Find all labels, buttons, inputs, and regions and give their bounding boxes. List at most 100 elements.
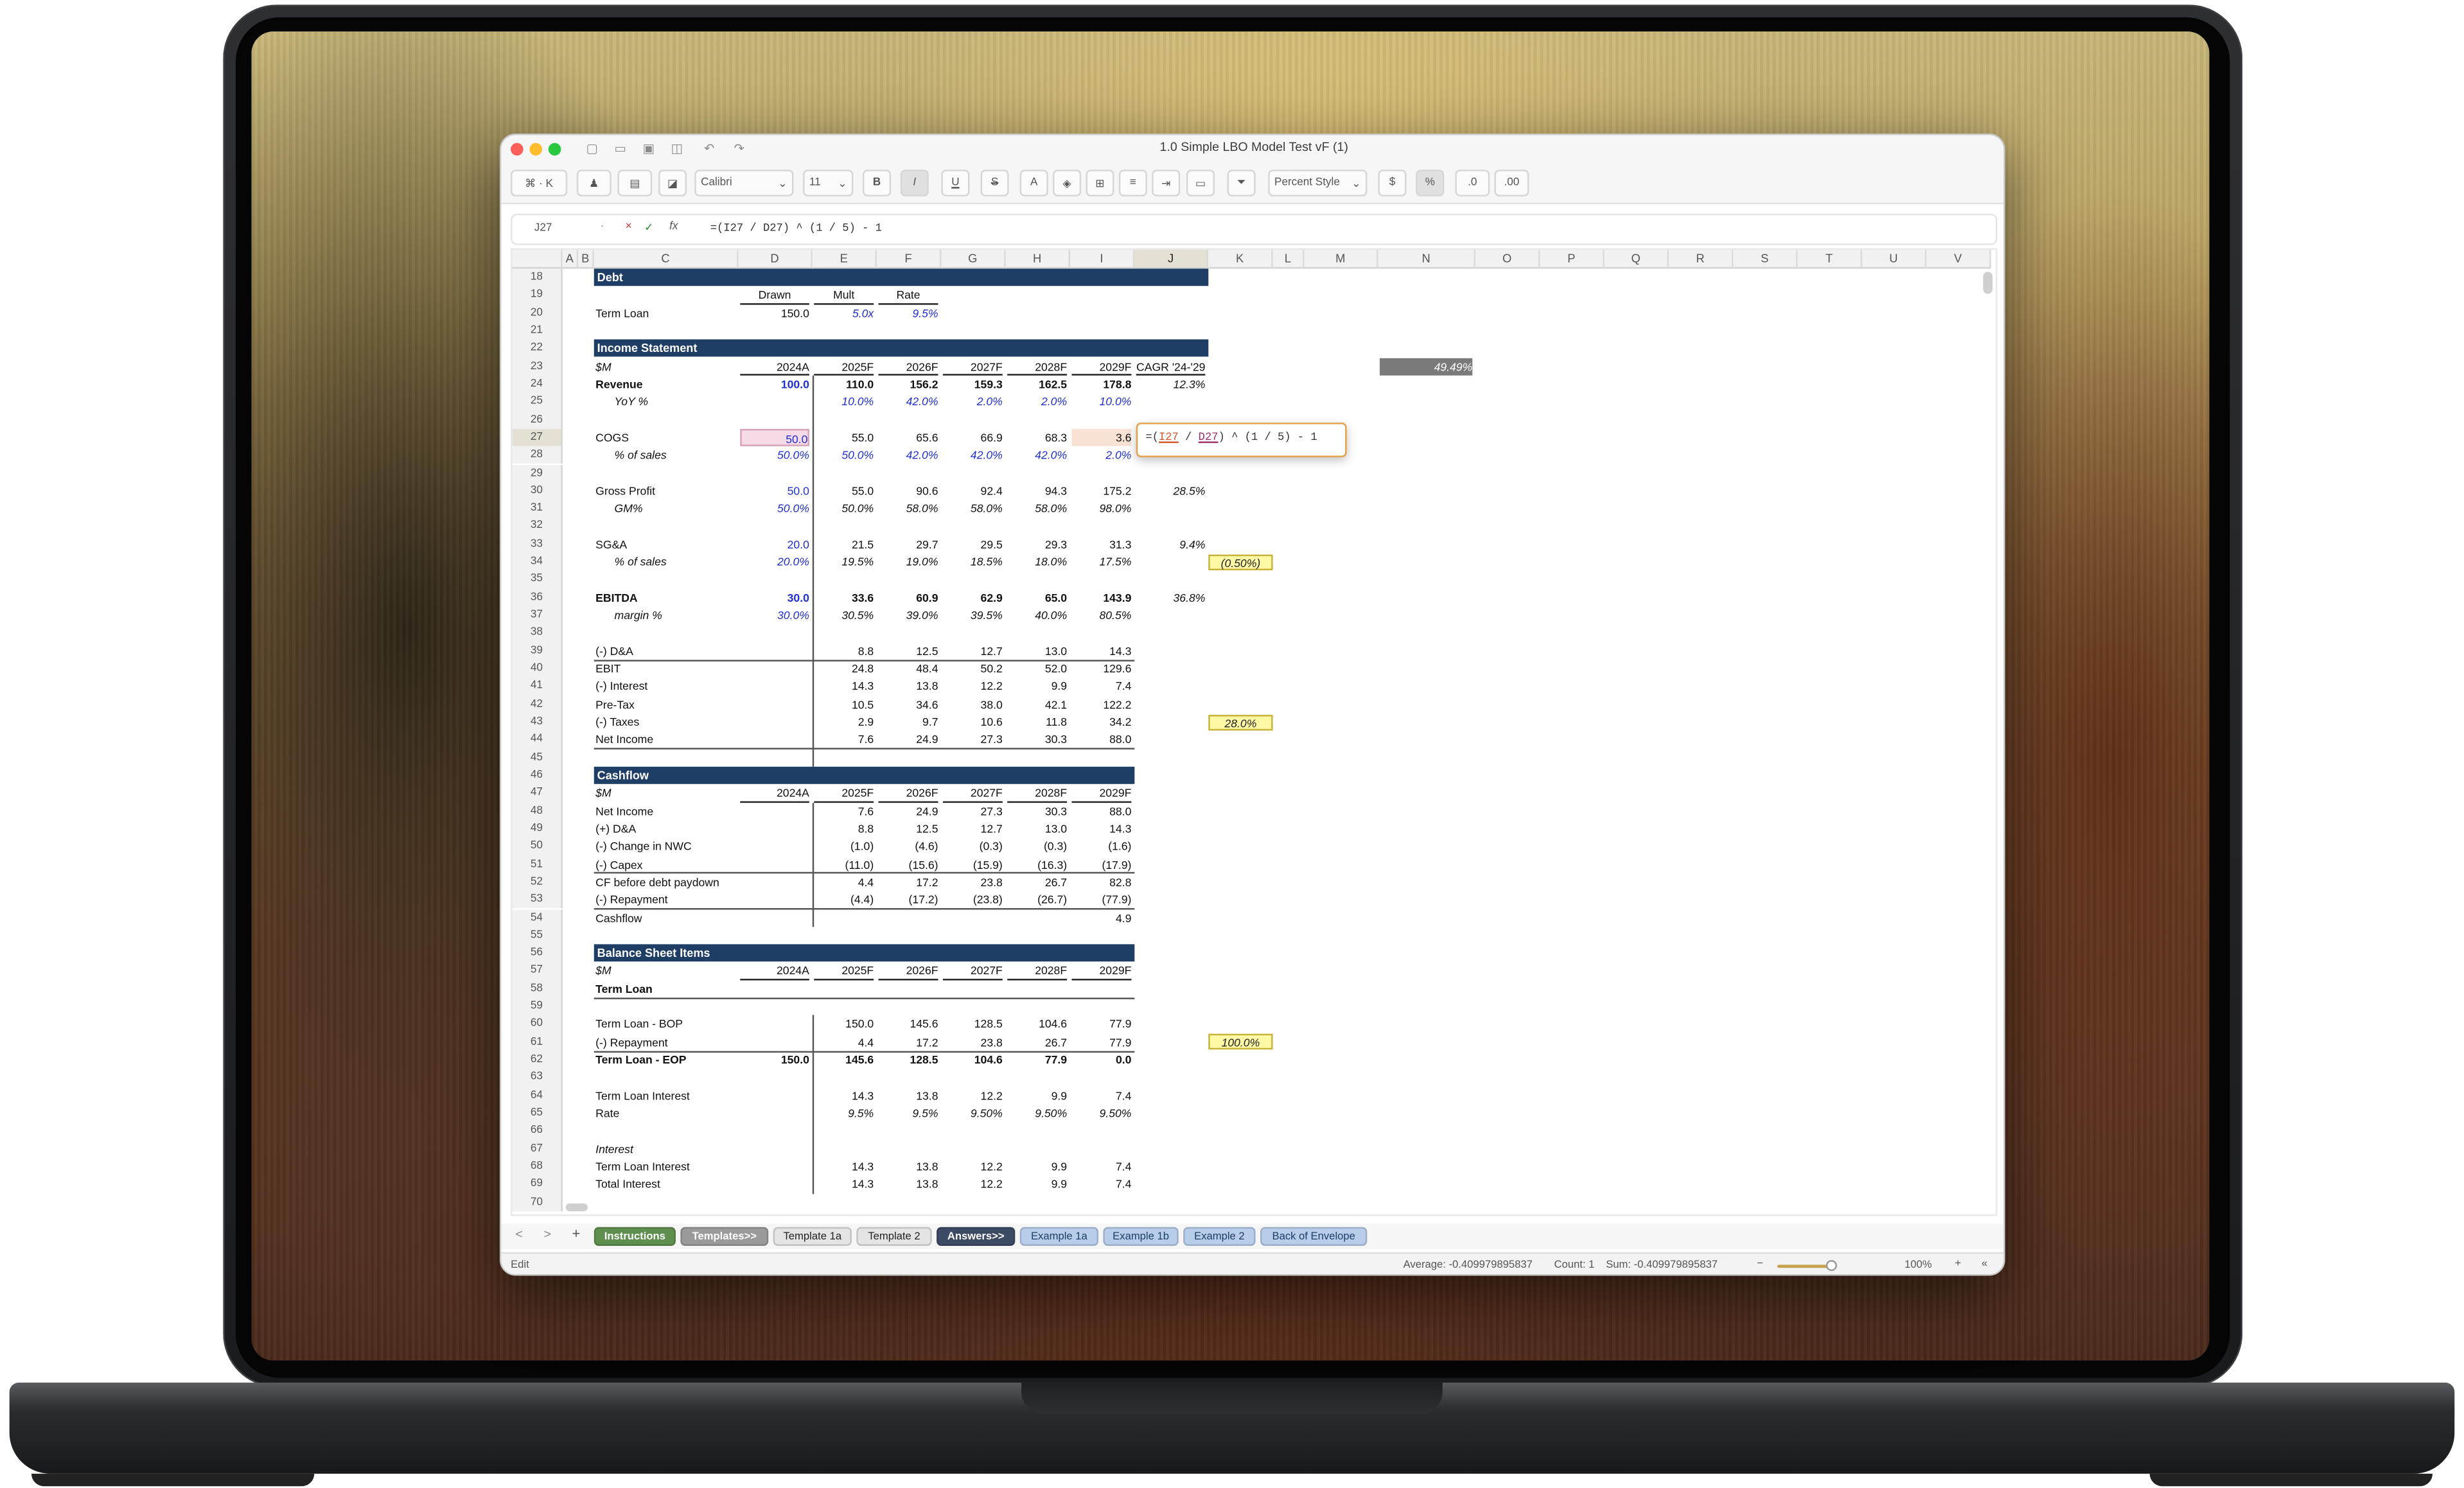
row-header-65[interactable]: 65 [512,1104,563,1123]
row-header-38[interactable]: 38 [512,624,563,642]
column-header-u[interactable]: U [1861,249,1927,269]
row-header-54[interactable]: 54 [512,909,563,927]
row-header-60[interactable]: 60 [512,1015,563,1034]
assumption-input[interactable]: 100.0% [1208,1034,1273,1050]
column-header-i[interactable]: I [1069,249,1135,269]
cell-reference-box[interactable]: J27 [534,223,552,234]
row-header-62[interactable]: 62 [512,1051,563,1069]
row-header-48[interactable]: 48 [512,802,563,820]
percent-format-button[interactable]: % [1416,170,1445,197]
column-header-l[interactable]: L [1272,249,1305,269]
row-header-23[interactable]: 23 [512,357,563,376]
fill-style-button[interactable]: ◪ [658,170,687,197]
formula-ref-i27[interactable]: I27 [1159,432,1179,444]
row-header-47[interactable]: 47 [512,784,563,803]
row-header-63[interactable]: 63 [512,1069,563,1087]
column-header-m[interactable]: M [1304,249,1378,269]
column-header-f[interactable]: F [877,249,942,269]
column-header-t[interactable]: T [1797,249,1862,269]
sheet-tab[interactable]: Back of Envelope [1260,1227,1368,1246]
assumption-input[interactable]: 28.0% [1208,713,1273,730]
font-color-button[interactable]: A [1019,170,1048,197]
row-header-49[interactable]: 49 [512,819,563,838]
column-header-k[interactable]: K [1208,249,1273,269]
number-format-select[interactable]: Percent Style ⌄ [1268,170,1368,197]
strikethrough-button[interactable]: S [980,170,1009,197]
row-header-46[interactable]: 46 [512,766,563,785]
function-icon[interactable]: fx [669,222,678,232]
column-header-o[interactable]: O [1475,249,1540,269]
row-header-28[interactable]: 28 [512,446,563,464]
cancel-edit-icon[interactable]: × [626,222,632,232]
zoom-out-button[interactable]: − [1757,1259,1763,1270]
italic-button[interactable]: I [900,170,929,197]
column-header-a[interactable]: A [562,249,579,269]
row-header-51[interactable]: 51 [512,855,563,873]
row-header-50[interactable]: 50 [512,837,563,856]
row-header-36[interactable]: 36 [512,588,563,607]
row-header-43[interactable]: 43 [512,713,563,731]
row-header-20[interactable]: 20 [512,304,563,322]
sheet-tab[interactable]: Example 2 [1183,1227,1256,1246]
sheet-tab[interactable]: Template 1a [773,1227,852,1246]
row-header-68[interactable]: 68 [512,1157,563,1176]
currency-format-button[interactable]: $ [1378,170,1407,197]
column-header-b[interactable]: B [578,249,594,269]
column-header-r[interactable]: R [1669,249,1734,269]
column-header-e[interactable]: E [812,249,877,269]
row-header-29[interactable]: 29 [512,464,563,482]
borders-button[interactable]: ⊞ [1086,170,1114,197]
column-header-d[interactable]: D [738,249,813,269]
column-header-s[interactable]: S [1733,249,1798,269]
row-header-39[interactable]: 39 [512,642,563,660]
column-header-q[interactable]: Q [1604,249,1669,269]
vertical-scrollbar[interactable] [1983,272,1993,294]
decrease-decimal-button[interactable]: .00 [1494,170,1529,197]
row-header-42[interactable]: 42 [512,695,563,713]
column-header-g[interactable]: G [941,249,1006,269]
fill-color-button[interactable]: ◈ [1053,170,1082,197]
row-header-56[interactable]: 56 [512,944,563,963]
row-header-64[interactable]: 64 [512,1087,563,1105]
underline-button[interactable]: U [941,170,970,197]
row-header-61[interactable]: 61 [512,1033,563,1051]
clipboard-button[interactable]: ▤ [617,170,653,197]
row-header-25[interactable]: 25 [512,393,563,411]
zoom-slider-handle[interactable] [1826,1260,1837,1272]
column-header-j[interactable]: J [1134,249,1209,269]
select-all-corner[interactable] [512,249,563,269]
sheet-tab[interactable]: Templates>> [680,1227,769,1246]
zoom-in-button[interactable]: + [1955,1259,1961,1270]
row-header-30[interactable]: 30 [512,482,563,500]
increase-decimal-button[interactable]: .0 [1455,170,1490,197]
formula-input[interactable]: =(I27 / D27) ^ (1 / 5) - 1 [710,223,882,236]
horizontal-scrollbar[interactable] [565,1203,588,1212]
row-header-58[interactable]: 58 [512,980,563,998]
column-header-c[interactable]: C [594,249,739,269]
row-header-34[interactable]: 34 [512,553,563,572]
column-header-n[interactable]: N [1378,249,1476,269]
row-header-59[interactable]: 59 [512,997,563,1016]
row-header-41[interactable]: 41 [512,678,563,696]
font-size-select[interactable]: 11 ⌄ [803,170,854,197]
row-header-66[interactable]: 66 [512,1122,563,1141]
row-header-53[interactable]: 53 [512,891,563,909]
row-header-31[interactable]: 31 [512,500,563,518]
column-header-p[interactable]: P [1540,249,1605,269]
row-header-24[interactable]: 24 [512,375,563,394]
column-header-h[interactable]: H [1005,249,1070,269]
align-button[interactable]: ≡ [1118,170,1147,197]
font-name-select[interactable]: Calibri ⌄ [694,170,794,197]
comment-button[interactable]: ▭ [1186,170,1215,197]
row-header-37[interactable]: 37 [512,606,563,625]
row-header-26[interactable]: 26 [512,410,563,429]
row-header-19[interactable]: 19 [512,286,563,304]
sheet-tab[interactable]: Instructions [594,1227,676,1246]
row-header-69[interactable]: 69 [512,1175,563,1194]
row-header-27[interactable]: 27 [512,428,563,447]
row-header-33[interactable]: 33 [512,535,563,554]
row-header-35[interactable]: 35 [512,571,563,589]
filter-button[interactable]: ⏷ [1227,170,1256,197]
confirm-edit-icon[interactable]: ✓ [644,222,653,234]
in-cell-formula-editor[interactable]: =(I27 / D27) ^ (1 / 5) - 1 [1136,422,1347,457]
